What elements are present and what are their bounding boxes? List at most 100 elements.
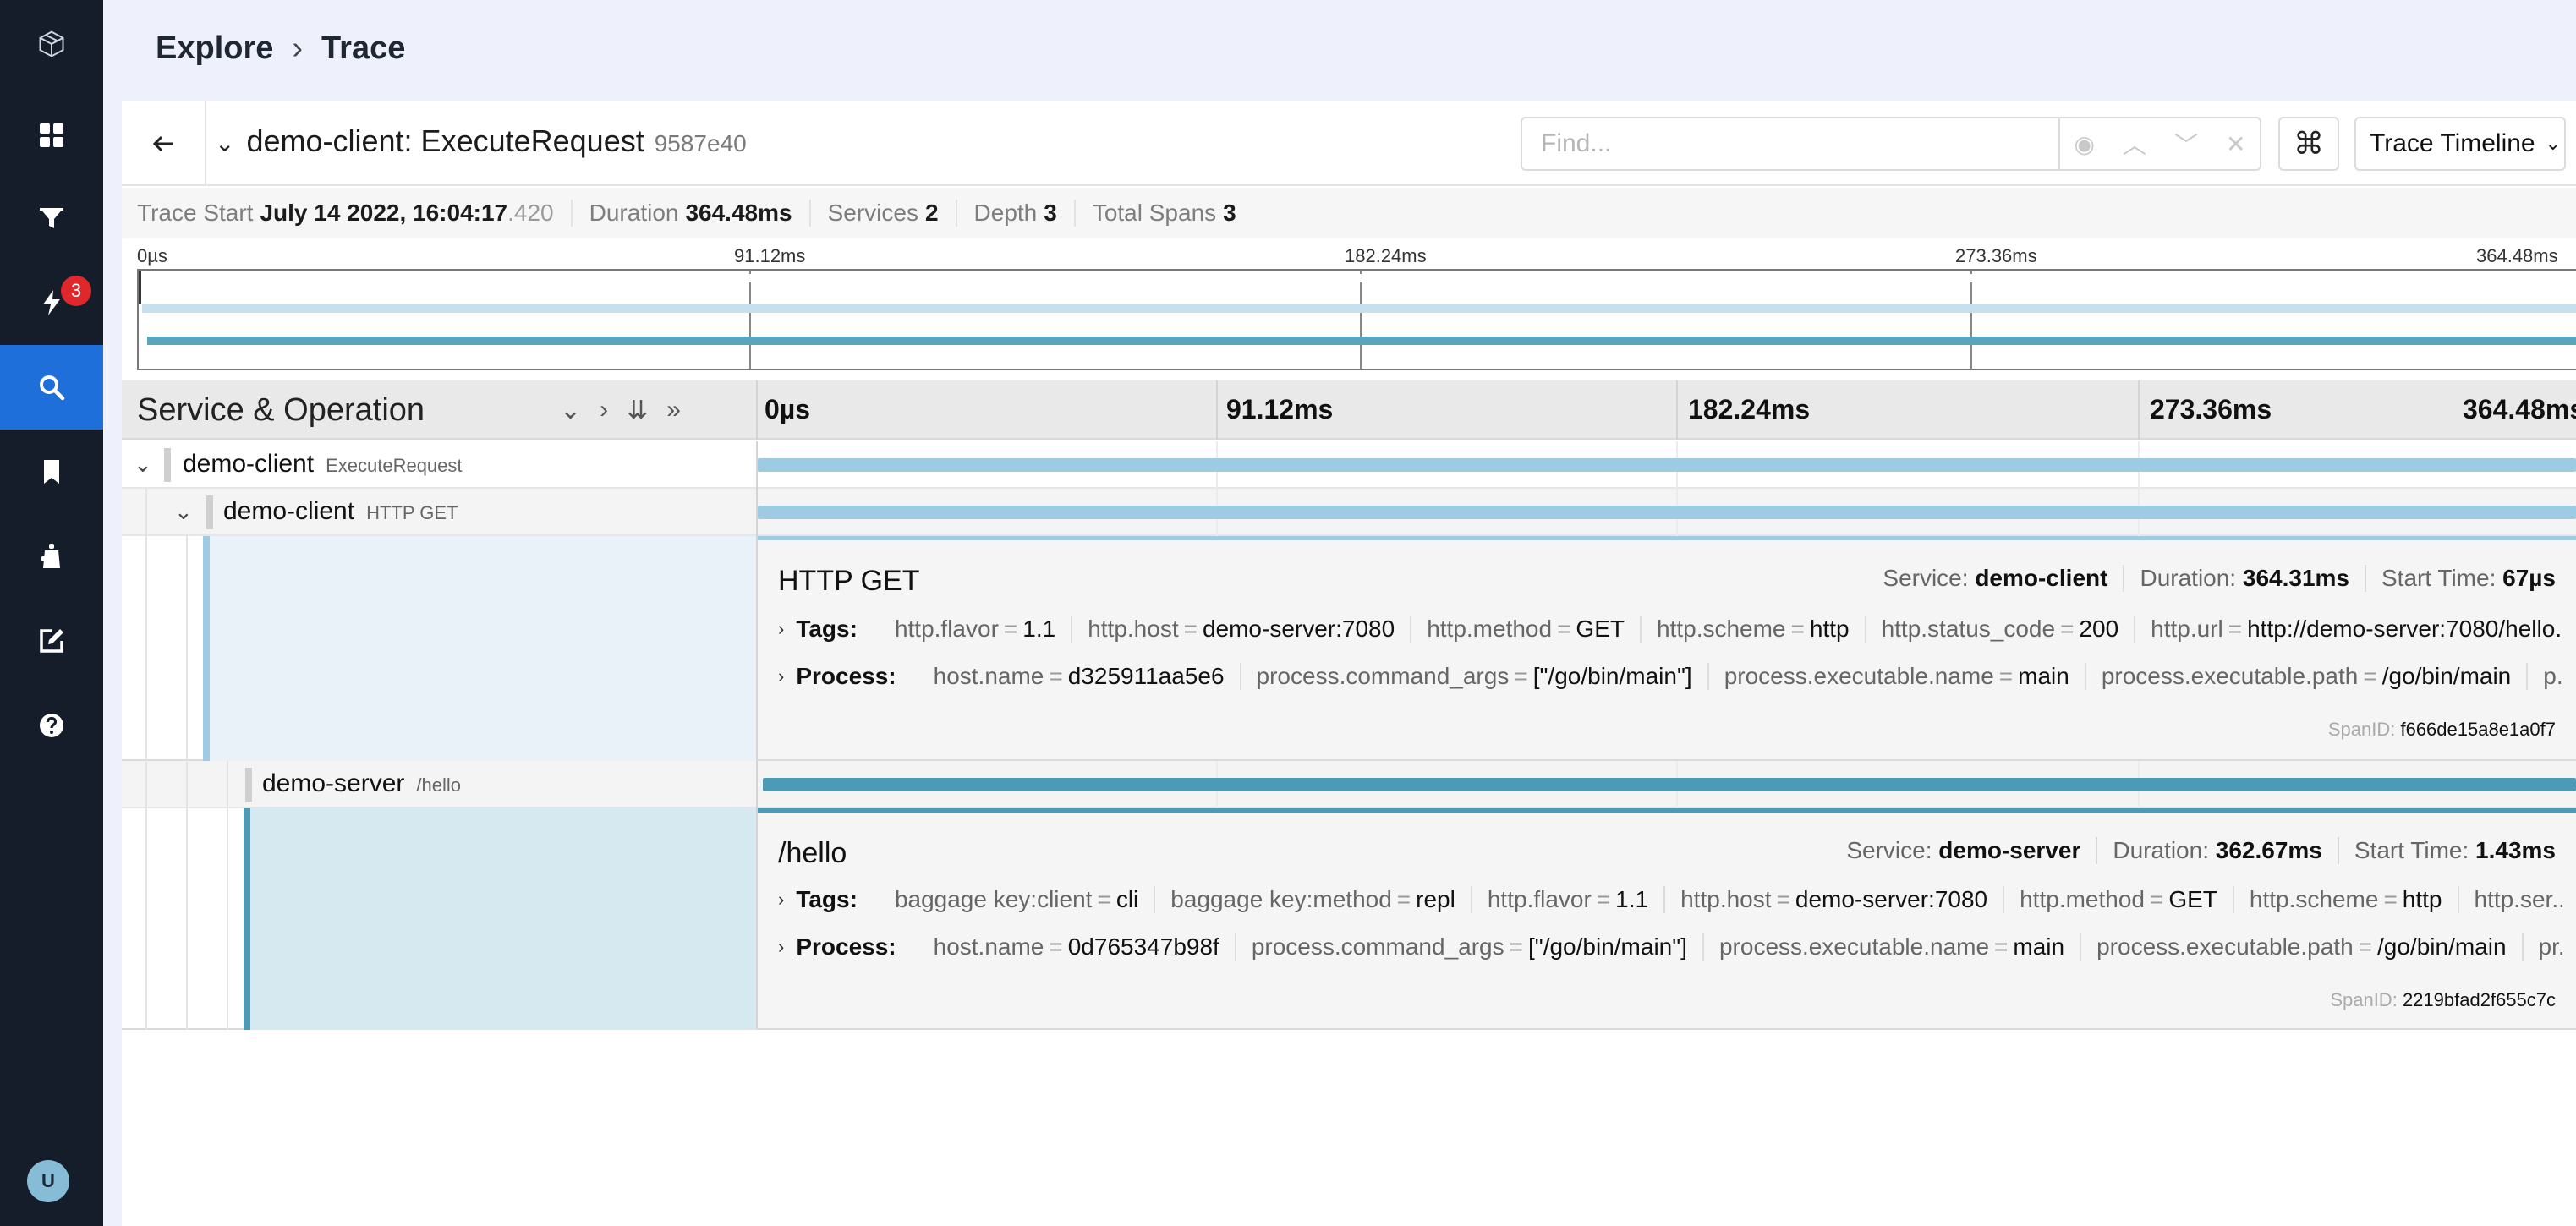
back-button[interactable]: [122, 101, 206, 186]
chevron-down-icon: ⌄: [215, 130, 235, 156]
span-row[interactable]: ⌄ demo-client ExecuteRequest: [122, 441, 2576, 489]
tag-item: http.host = demo-server:7080: [1665, 886, 2005, 913]
tag-item: http.flavor = 1.1: [1472, 886, 1666, 913]
timeline-tick: 364.48ms: [2463, 394, 2576, 424]
target-icon[interactable]: ◉: [2075, 130, 2095, 158]
chevron-down-icon: ⌄: [2545, 133, 2562, 154]
breadcrumb-explore[interactable]: Explore: [156, 30, 273, 67]
trace-duration: Duration 364.48ms: [589, 200, 811, 227]
process-item: host.name = 0d765347b98f: [918, 933, 1236, 961]
collapse-controls: ⌄ › ⇊ »: [560, 396, 681, 425]
minimap-tick: 91.12ms: [734, 245, 806, 266]
span-id: SpanID: 2219bfad2f655c7c: [2330, 989, 2556, 1010]
trace-id: 9587e40: [654, 130, 747, 156]
chevron-right-icon: ›: [292, 30, 304, 66]
expand-all-icon[interactable]: ⇊: [627, 396, 648, 425]
process-row[interactable]: › Process: host.name = 0d765347b98f process…: [778, 930, 2562, 964]
process-item: process.executable.path =/go/bin/main: [2086, 663, 2529, 690]
tag-item: http.host = demo-server:7080: [1072, 616, 1412, 643]
minimap-canvas[interactable]: [137, 269, 2576, 370]
chevron-down-icon[interactable]: ﹀: [2174, 127, 2198, 161]
command-icon: ⌘: [2294, 126, 2324, 161]
service-operation-header: Service & Operation ⌄ › ⇊ »: [122, 380, 758, 440]
view-select[interactable]: Trace Timeline ⌄: [2354, 117, 2566, 171]
timeline-tick: 273.36ms: [2150, 394, 2272, 424]
chevron-up-icon[interactable]: ︿: [2123, 127, 2146, 161]
process-item: process.executable.path =/go/bin/main: [2081, 933, 2524, 961]
alerts-badge: 3: [61, 276, 91, 306]
filter-icon[interactable]: [0, 176, 103, 260]
find-tools: ◉ ︿ ﹀ ✕: [2060, 127, 2260, 161]
span-bar[interactable]: [758, 458, 2576, 472]
view-select-value: Trace Timeline: [2370, 129, 2535, 157]
find-input[interactable]: [1522, 118, 2060, 169]
tag-item: http.scheme = http: [1642, 616, 1866, 643]
minimap-tick: 364.48ms: [2476, 245, 2558, 266]
minimap-tick: 0µs: [137, 245, 167, 266]
trace-start: Trace Start July 14 2022, 16:04:17.420: [137, 200, 573, 227]
timeline-header: Service & Operation ⌄ › ⇊ » 0µs 91.12ms …: [122, 380, 2576, 440]
span-name: demo-client ExecuteRequest: [183, 450, 463, 478]
arrow-left-icon: [152, 135, 173, 152]
trace-meta: Trace Start July 14 2022, 16:04:17.420 D…: [122, 188, 2576, 238]
process-item: process.command_args = ["/go/bin/main"]: [1241, 663, 1709, 690]
expand-one-icon[interactable]: ›: [600, 396, 608, 425]
detail-op-name: /hello: [778, 837, 847, 869]
chevron-down-icon[interactable]: ⌄: [174, 499, 193, 525]
trace-panel: ⌄ demo-client: ExecuteRequest 9587e40 ◉ …: [122, 101, 2576, 1226]
dashboards-icon[interactable]: [0, 93, 103, 178]
trace-title[interactable]: ⌄ demo-client: ExecuteRequest 9587e40: [215, 123, 747, 159]
tag-item: http.status_code = 200: [1866, 616, 2136, 643]
minimap-tick: 182.24ms: [1345, 245, 1427, 266]
collapse-all-icon[interactable]: »: [666, 396, 681, 425]
tag-item: http.method = GET: [2004, 886, 2234, 913]
timeline-tick: 91.12ms: [1226, 394, 1334, 424]
tag-item: http.flavor = 1.1: [880, 616, 1073, 643]
tags-row[interactable]: › Tags: http.flavor = 1.1 http.host = demo-se…: [778, 612, 2562, 646]
trace-title-bar: ⌄ demo-client: ExecuteRequest 9587e40 ◉ …: [122, 101, 2576, 186]
process-item: p...: [2543, 663, 2562, 689]
breadcrumb: Explore › Trace: [156, 30, 405, 67]
minimap-tick: 273.36ms: [1955, 245, 2037, 266]
timeline-tick: 0µs: [765, 394, 811, 424]
tag-item: http.ser...: [2474, 886, 2563, 912]
span-name: demo-client HTTP GET: [223, 497, 458, 525]
span-row[interactable]: demo-server/hello: [122, 761, 2576, 808]
chevron-right-icon: ›: [778, 665, 785, 687]
bookmark-icon[interactable]: [0, 430, 103, 514]
span-id: SpanID: f666de15a8e1a0f7: [2327, 719, 2556, 740]
alerts-bolt-icon[interactable]: [0, 260, 103, 345]
explore-search-icon[interactable]: [0, 345, 103, 430]
process-item: process.executable.name = main: [1709, 663, 2086, 690]
trace-total-spans: Total Spans 3: [1092, 200, 1236, 226]
trace-services: Services 2: [828, 200, 957, 227]
chevron-right-icon: ›: [778, 889, 785, 910]
span-bar[interactable]: [763, 778, 2576, 791]
span-bar[interactable]: [758, 506, 2576, 519]
keyboard-shortcuts-button[interactable]: ⌘: [2278, 117, 2339, 171]
tag-item: http.scheme = http: [2234, 886, 2459, 913]
span-name: demo-server/hello: [262, 769, 461, 797]
tag-item: http.method = GET: [1411, 616, 1642, 643]
close-icon[interactable]: ✕: [2226, 130, 2245, 158]
process-item: process.command_args = ["/go/bin/main"]: [1236, 933, 1704, 961]
logo-icon[interactable]: [0, 0, 103, 88]
tag-item: http.url = http://demo-server:7080/hello..…: [2151, 616, 2562, 642]
process-item: pr...: [2538, 933, 2562, 960]
breadcrumb-trace: Trace: [321, 30, 406, 66]
span-detail-http-get: HTTP GET Service: demo-client Duration: …: [122, 536, 2576, 761]
cube-logo-icon: [39, 30, 64, 57]
plugins-icon[interactable]: [0, 514, 103, 599]
collapse-one-icon[interactable]: ⌄: [560, 396, 581, 425]
tags-row[interactable]: › Tags: baggage key:client = cli baggage ke…: [778, 883, 2562, 917]
help-icon[interactable]: [0, 683, 103, 768]
detail-stats: Service: demo-server Duration: 362.67ms …: [1831, 837, 2556, 864]
user-avatar[interactable]: U: [27, 1160, 69, 1202]
edit-icon[interactable]: [0, 599, 103, 683]
chevron-down-icon[interactable]: ⌄: [134, 452, 152, 478]
span-row[interactable]: ⌄ demo-client HTTP GET: [122, 489, 2576, 536]
detail-stats: Service: demo-client Duration: 364.31ms …: [1867, 565, 2556, 592]
chevron-right-icon: ›: [778, 618, 785, 639]
process-row[interactable]: › Process: host.name = d325911aa5e6 process…: [778, 660, 2562, 693]
span-detail-hello: /hello Service: demo-server Duration: 36…: [122, 808, 2576, 1030]
